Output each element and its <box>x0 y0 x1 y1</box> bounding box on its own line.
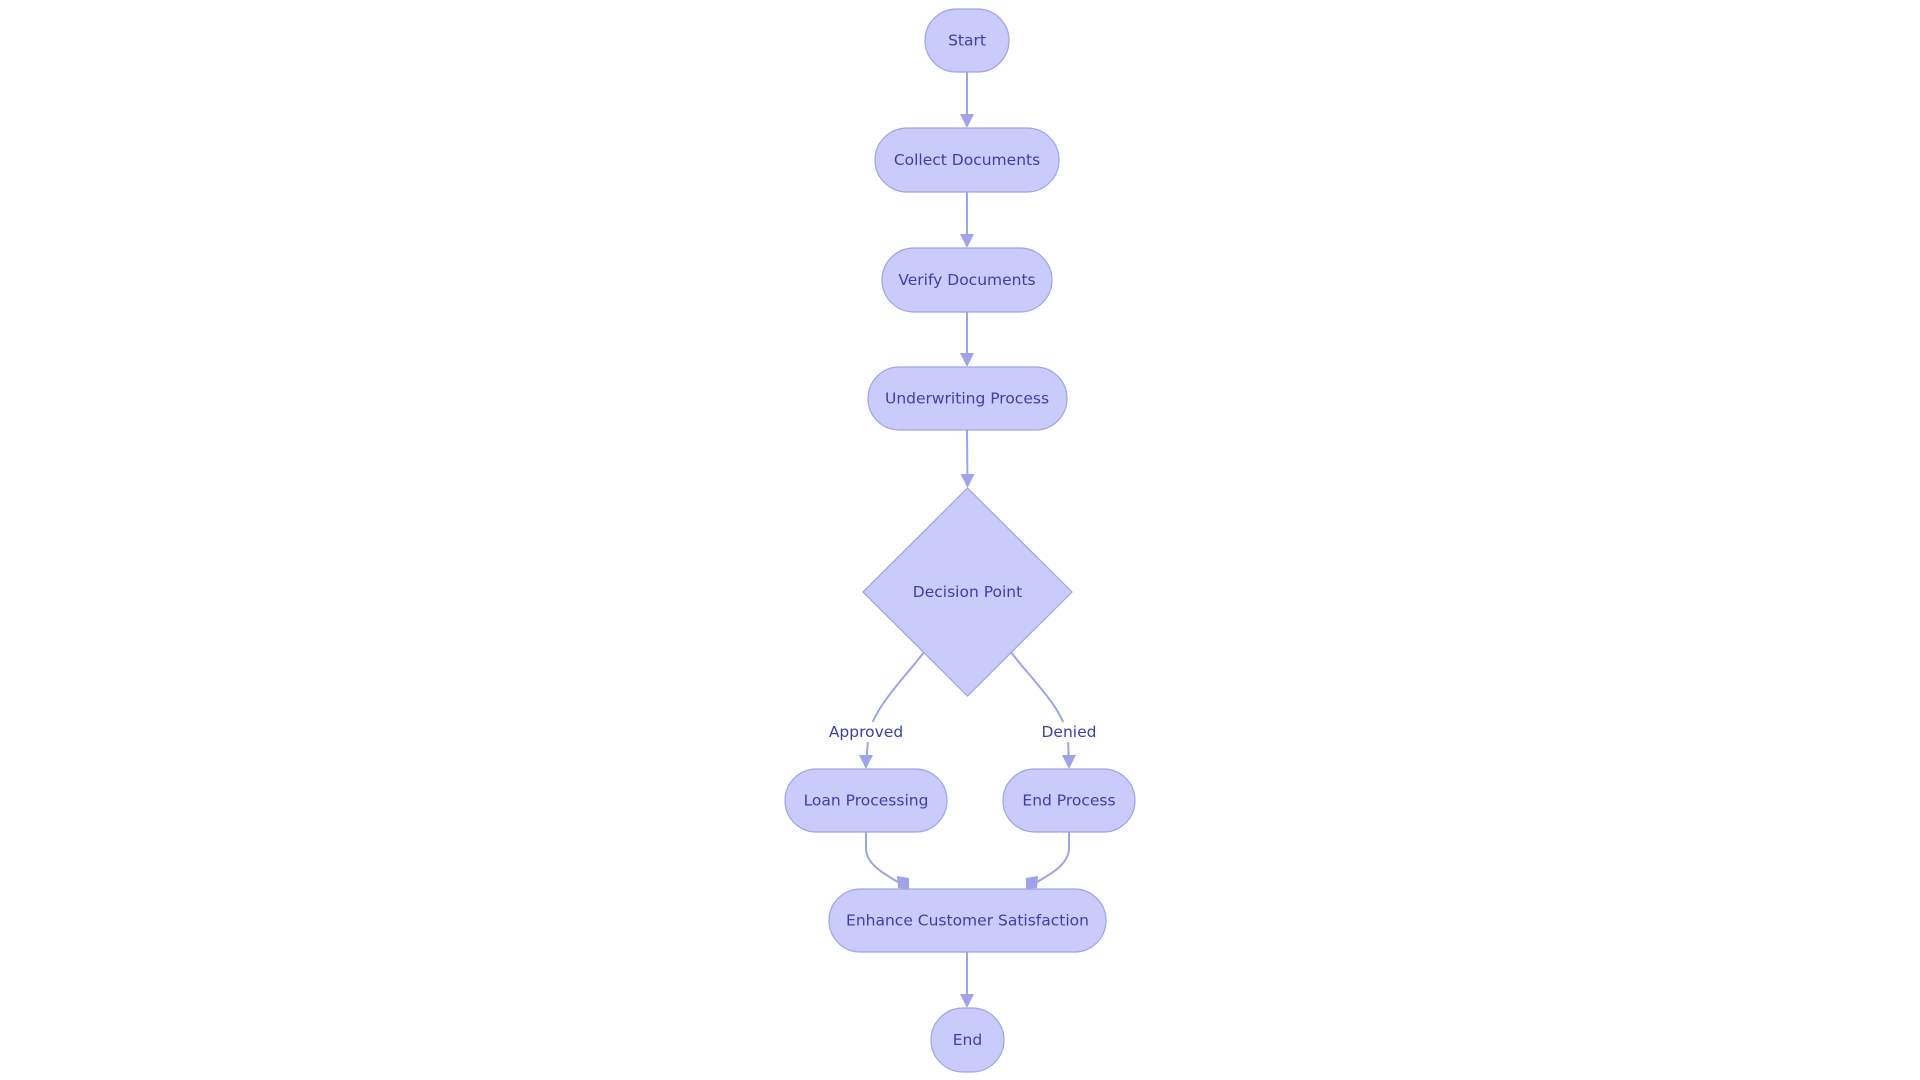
arrowhead-decision-loan <box>859 755 873 769</box>
node-loan-processing-label: Loan Processing <box>804 792 929 810</box>
flowchart: Approved Denied Start Collect Documents … <box>0 0 1920 1080</box>
node-collect-documents[interactable]: Collect Documents <box>875 128 1059 192</box>
node-end-process[interactable]: End Process <box>1003 769 1135 832</box>
node-decision-point[interactable]: Decision Point <box>863 488 1072 696</box>
arrowhead-endprocess-enhance <box>1026 876 1038 889</box>
arrowhead-underwriting-decision <box>961 474 975 488</box>
node-underwriting-process-label: Underwriting Process <box>885 390 1049 408</box>
arrowhead-start-collect <box>960 114 974 128</box>
node-start-label: Start <box>948 32 986 50</box>
node-loan-processing[interactable]: Loan Processing <box>785 769 947 832</box>
node-end[interactable]: End <box>931 1008 1004 1072</box>
edge-decision-loan <box>866 652 924 767</box>
arrowhead-enhance-end <box>960 994 974 1008</box>
node-enhance-customer-satisfaction[interactable]: Enhance Customer Satisfaction <box>829 889 1106 952</box>
node-verify-documents[interactable]: Verify Documents <box>882 248 1052 312</box>
arrowhead-loan-enhance <box>897 876 909 889</box>
node-collect-documents-label: Collect Documents <box>894 151 1040 169</box>
node-enhance-customer-satisfaction-label: Enhance Customer Satisfaction <box>846 912 1089 930</box>
node-verify-documents-label: Verify Documents <box>898 271 1035 289</box>
arrowhead-decision-endprocess <box>1062 755 1076 769</box>
node-start[interactable]: Start <box>925 9 1009 72</box>
edge-label-approved: Approved <box>829 723 903 741</box>
arrowhead-verify-underwriting <box>960 353 974 367</box>
node-decision-point-label: Decision Point <box>913 583 1022 601</box>
node-end-process-label: End Process <box>1022 792 1115 810</box>
node-end-label: End <box>953 1031 982 1049</box>
edge-decision-endprocess <box>1011 652 1069 767</box>
edge-labels: Approved Denied <box>829 722 1097 742</box>
node-underwriting-process[interactable]: Underwriting Process <box>868 367 1067 430</box>
arrowhead-collect-verify <box>960 234 974 248</box>
edge-label-denied: Denied <box>1042 723 1097 741</box>
